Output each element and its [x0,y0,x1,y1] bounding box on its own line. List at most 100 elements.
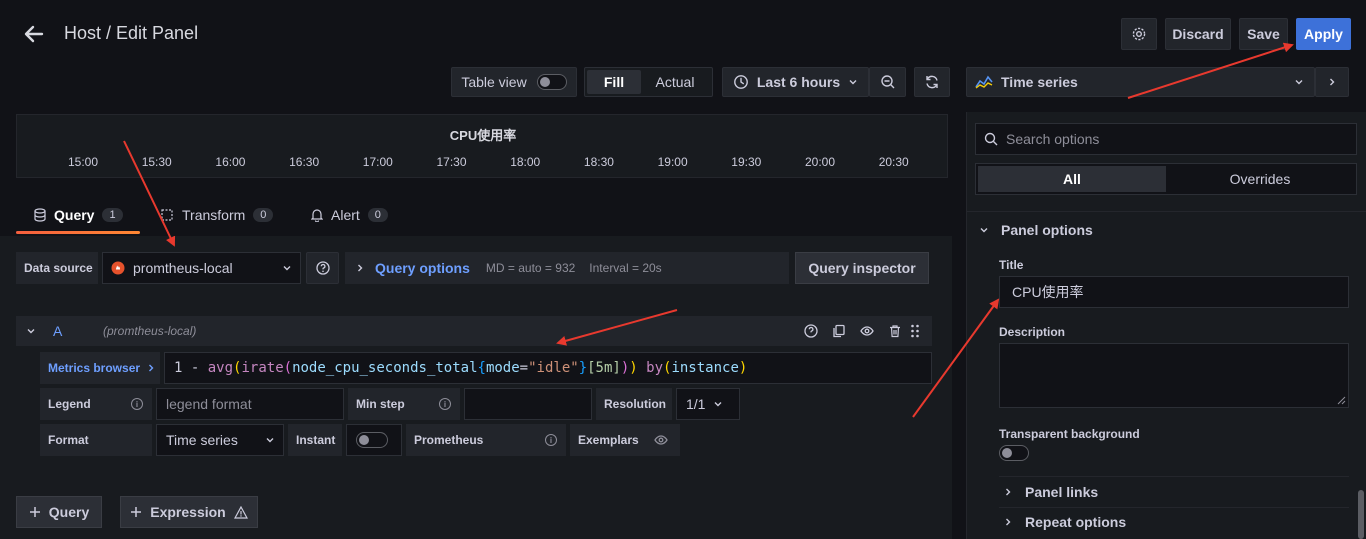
resolution-select[interactable]: 1/1 [676,388,740,420]
panel-links-label: Panel links [1025,484,1099,500]
apply-button[interactable]: Apply [1296,18,1351,50]
chevron-down-icon [282,263,292,273]
metrics-browser-button[interactable]: Metrics browser [40,352,160,384]
active-tab-indicator [16,231,140,234]
plus-icon [130,506,142,518]
add-query-button[interactable]: Query [16,496,102,528]
query-inspector-button[interactable]: Query inspector [795,252,929,284]
exemplars-label-box: Exemplars [570,424,680,456]
eye-icon[interactable] [860,324,874,338]
refresh-button[interactable] [914,67,950,97]
query-data-source-name: (promtheus-local) [103,324,197,338]
query-help-icon[interactable] [804,324,818,338]
data-source-select[interactable]: promtheus-local [102,252,301,284]
tab-query[interactable]: Query 1 [34,207,123,223]
plus-icon [29,506,41,518]
chevron-down-icon [713,399,723,409]
x-axis-tick: 20:00 [805,155,836,169]
x-axis-tick: 17:30 [436,155,467,169]
description-textarea[interactable] [999,343,1349,408]
divider [966,211,1366,212]
zoom-out-button[interactable] [869,67,906,97]
save-button[interactable]: Save [1239,18,1288,50]
drag-handle-icon[interactable] [910,323,920,339]
x-axis-tick: 19:30 [731,155,762,169]
add-expression-label: Expression [150,504,226,520]
data-source-value: promtheus-local [133,260,233,276]
fill-option[interactable]: Fill [587,70,641,94]
visualization-picker[interactable]: Time series [966,67,1315,97]
duplicate-query-icon[interactable] [832,324,846,338]
query-ref-id[interactable]: A [53,323,62,339]
refresh-icon [924,74,940,90]
actual-option[interactable]: Actual [641,70,709,94]
options-scrollbar[interactable] [1358,490,1364,539]
collapse-chevron-icon[interactable] [26,326,36,336]
legend-format-input[interactable]: legend format [156,388,344,420]
data-source-label: Data source [16,252,98,284]
add-expression-button[interactable]: Expression [120,496,258,528]
divider [999,507,1349,508]
transparent-background-switch[interactable] [999,445,1029,461]
settings-button[interactable] [1121,18,1157,50]
warning-triangle-icon [233,505,248,519]
transparent-background-label: Transparent background [999,427,1140,441]
toggle-options-pane-button[interactable] [1315,67,1349,97]
tab-transform-label: Transform [182,207,246,223]
x-axis-tick: 17:00 [362,155,393,169]
time-range-label: Last 6 hours [756,74,841,90]
tab-alert[interactable]: Alert 0 [311,207,388,223]
table-view-toggle[interactable]: Table view [451,67,577,97]
format-value: Time series [166,432,238,448]
x-axis-tick: 18:00 [510,155,541,169]
tab-transform-count: 0 [253,208,274,222]
instant-toggle-box [346,424,402,456]
tab-transform[interactable]: Transform 0 [160,207,274,223]
promql-query-editor[interactable]: 1 - avg(irate(node_cpu_seconds_total{mod… [164,352,932,384]
instant-switch[interactable] [356,432,388,448]
repeat-options-label: Repeat options [1025,514,1127,530]
chevron-down-icon [1294,77,1304,87]
min-step-label: Min step [356,397,405,411]
resize-handle-icon[interactable] [1337,396,1346,405]
table-view-switch[interactable] [536,74,567,90]
format-select[interactable]: Time series [156,424,284,456]
chevron-right-icon [1003,487,1013,497]
divider [999,476,1349,477]
legend-label-box: Legend i [40,388,152,420]
repeat-options-section-toggle[interactable]: Repeat options [1003,514,1126,530]
info-icon: i [545,434,557,446]
data-source-help-button[interactable] [306,252,339,284]
metrics-browser-label: Metrics browser [48,361,141,375]
max-data-points-text: MD = auto = 932 [485,261,576,275]
back-arrow-icon[interactable] [22,22,46,46]
chevron-down-icon [265,435,275,445]
query-options-bar[interactable]: Query options MD = auto = 932 Interval =… [345,252,789,284]
all-options-tab[interactable]: All [978,166,1166,192]
database-icon [34,208,46,222]
add-query-label: Query [48,504,90,520]
chevron-down-icon [848,77,858,87]
panel-links-section-toggle[interactable]: Panel links [1003,484,1098,500]
eye-icon[interactable] [654,433,668,447]
trash-icon[interactable] [888,324,902,338]
question-circle-icon [315,261,330,275]
x-axis-tick: 15:00 [68,155,99,169]
fill-actual-radio-group: Fill Actual [584,67,713,97]
min-step-input[interactable] [464,388,592,420]
x-axis-tick: 19:00 [657,155,688,169]
tab-alert-count: 0 [367,208,388,222]
tab-alert-label: Alert [331,207,360,223]
x-axis-tick: 16:00 [215,155,246,169]
panel-title-input[interactable]: CPU使用率 [999,276,1349,308]
time-range-picker[interactable]: Last 6 hours [722,67,869,97]
discard-button[interactable]: Discard [1165,18,1231,50]
overrides-tab[interactable]: Overrides [1166,166,1354,192]
panel-options-section-toggle[interactable]: Panel options [979,222,1093,238]
x-axis-tick: 18:30 [583,155,614,169]
time-series-icon [975,75,993,89]
resolution-value: 1/1 [686,396,706,412]
legend-label: Legend [48,397,91,411]
info-icon: i [439,398,451,410]
search-options-input[interactable]: Search options [975,123,1357,155]
